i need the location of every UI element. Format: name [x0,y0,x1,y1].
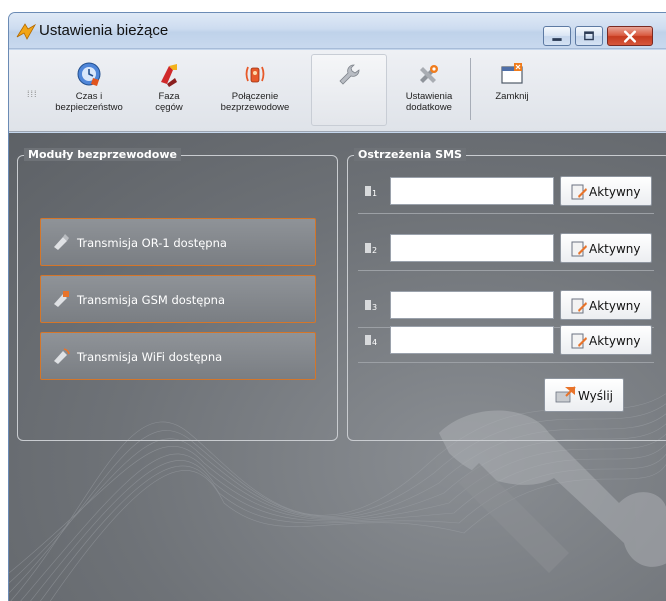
toolbar-button-phase[interactable]: Faza cęgów [139,54,199,126]
toolbar-button-time-security[interactable]: Czas i bezpieczeństwo [49,54,129,126]
or1-module-icon [54,234,69,250]
toolbar-separator [470,58,471,120]
sms-row-separator [358,270,654,271]
minimize-icon [552,38,562,41]
wrench-icon [339,64,360,85]
sms-active-label-4: Aktywny [589,334,641,348]
wireless-icon [245,66,265,83]
toolbar-label-wireless: Połączenie bezprzewodowe [220,91,290,113]
phone-number-2-text: 2 [372,246,377,255]
sms-phone-input-3[interactable] [390,291,554,319]
active-pencil-icon [571,333,587,349]
active-pencil-icon [571,184,587,200]
wireless-modules-legend: Moduły bezprzewodowe [24,148,181,161]
clock-shield-icon [77,62,101,86]
or1-transmission-label: Transmisja OR-1 dostępna [77,236,227,250]
close-icon [623,30,637,43]
send-sms-label: Wyślij [578,389,614,403]
active-pencil-icon [571,298,587,314]
wireless-modules-group: Moduły bezprzewodowe Transmisja OR-1 dos… [17,148,338,441]
gsm-transmission-button[interactable]: Transmisja GSM dostępna [40,275,316,323]
close-button[interactable] [607,26,653,46]
send-icon [555,386,576,403]
phase-clamp-icon [161,64,177,87]
toolbar: ⁞⁞⁞ Czas i bezpieczeństwo Faza cęgów Poł… [9,50,666,132]
sms-active-button-4[interactable]: Aktywny [560,325,652,355]
sms-row-3: 3 Aktywny [358,290,654,320]
sms-active-button-1[interactable]: Aktywny [560,176,652,206]
maximize-icon [584,31,594,41]
toolbar-label-close: Zamknij [495,91,529,102]
toolbar-label-extra-settings: Ustawienia dodatkowe [405,91,453,113]
gsm-module-icon [54,291,69,307]
toolbar-label-time-security: Czas i bezpieczeństwo [55,91,123,113]
close-window-icon [501,63,523,84]
phone-number-1-icon: 1 [365,186,377,198]
sms-row-separator [358,213,654,214]
phone-number-2-icon: 2 [365,243,377,255]
toolbar-button-extra-settings[interactable]: Ustawienia dodatkowe [393,54,465,126]
content-area: Moduły bezprzewodowe Transmisja OR-1 dos… [9,133,666,601]
toolbar-label-phase: Faza cęgów [155,91,183,113]
sms-active-button-3[interactable]: Aktywny [560,290,652,320]
app-logo-icon [16,23,37,40]
sms-row-2: 2 Aktywny [358,233,654,263]
wifi-transmission-button[interactable]: Transmisja WiFi dostępna [40,332,316,380]
sms-active-label-2: Aktywny [589,242,641,256]
active-pencil-icon [571,241,587,257]
phone-number-1-text: 1 [372,189,377,198]
wifi-module-icon [54,348,70,364]
minimize-button[interactable] [543,26,571,46]
send-sms-button[interactable]: Wyślij [544,378,624,412]
sms-warnings-group: Ostrzeżenia SMS 1 Aktywny 2 Aktywny 3 Ak… [347,148,666,441]
title-bar: Ustawienia bieżące [9,13,666,49]
toolbar-grip[interactable]: ⁞⁞⁞ [27,89,38,99]
sms-active-label-1: Aktywny [589,185,641,199]
phone-number-3-icon: 3 [365,300,377,312]
gsm-transmission-label: Transmisja GSM dostępna [77,293,226,307]
phone-number-3-text: 3 [372,303,377,312]
phone-number-4-icon: 4 [365,335,377,347]
or1-transmission-button[interactable]: Transmisja OR-1 dostępna [40,218,316,266]
toolbar-button-tools[interactable] [311,54,387,126]
maximize-button[interactable] [575,26,603,46]
wifi-transmission-label: Transmisja WiFi dostępna [77,350,223,364]
window-title: Ustawienia bieżące [39,22,169,39]
sms-phone-input-1[interactable] [390,177,554,205]
settings-window: Ustawienia bieżące ⁞⁞⁞ Czas i bezpieczeń… [8,12,666,601]
toolbar-button-close[interactable]: Zamknij [481,54,543,126]
sms-active-label-3: Aktywny [589,299,641,313]
sms-phone-input-2[interactable] [390,234,554,262]
sms-row-4: 4 Aktywny [358,325,654,355]
sms-active-button-2[interactable]: Aktywny [560,233,652,263]
sms-warnings-legend: Ostrzeżenia SMS [354,148,466,161]
sms-row-1: 1 Aktywny [358,176,654,206]
phone-number-4-text: 4 [372,338,377,347]
sms-phone-input-4[interactable] [390,326,554,354]
extra-settings-icon [420,65,438,83]
toolbar-button-wireless[interactable]: Połączenie bezprzewodowe [207,54,303,126]
sms-row-separator [358,362,654,363]
